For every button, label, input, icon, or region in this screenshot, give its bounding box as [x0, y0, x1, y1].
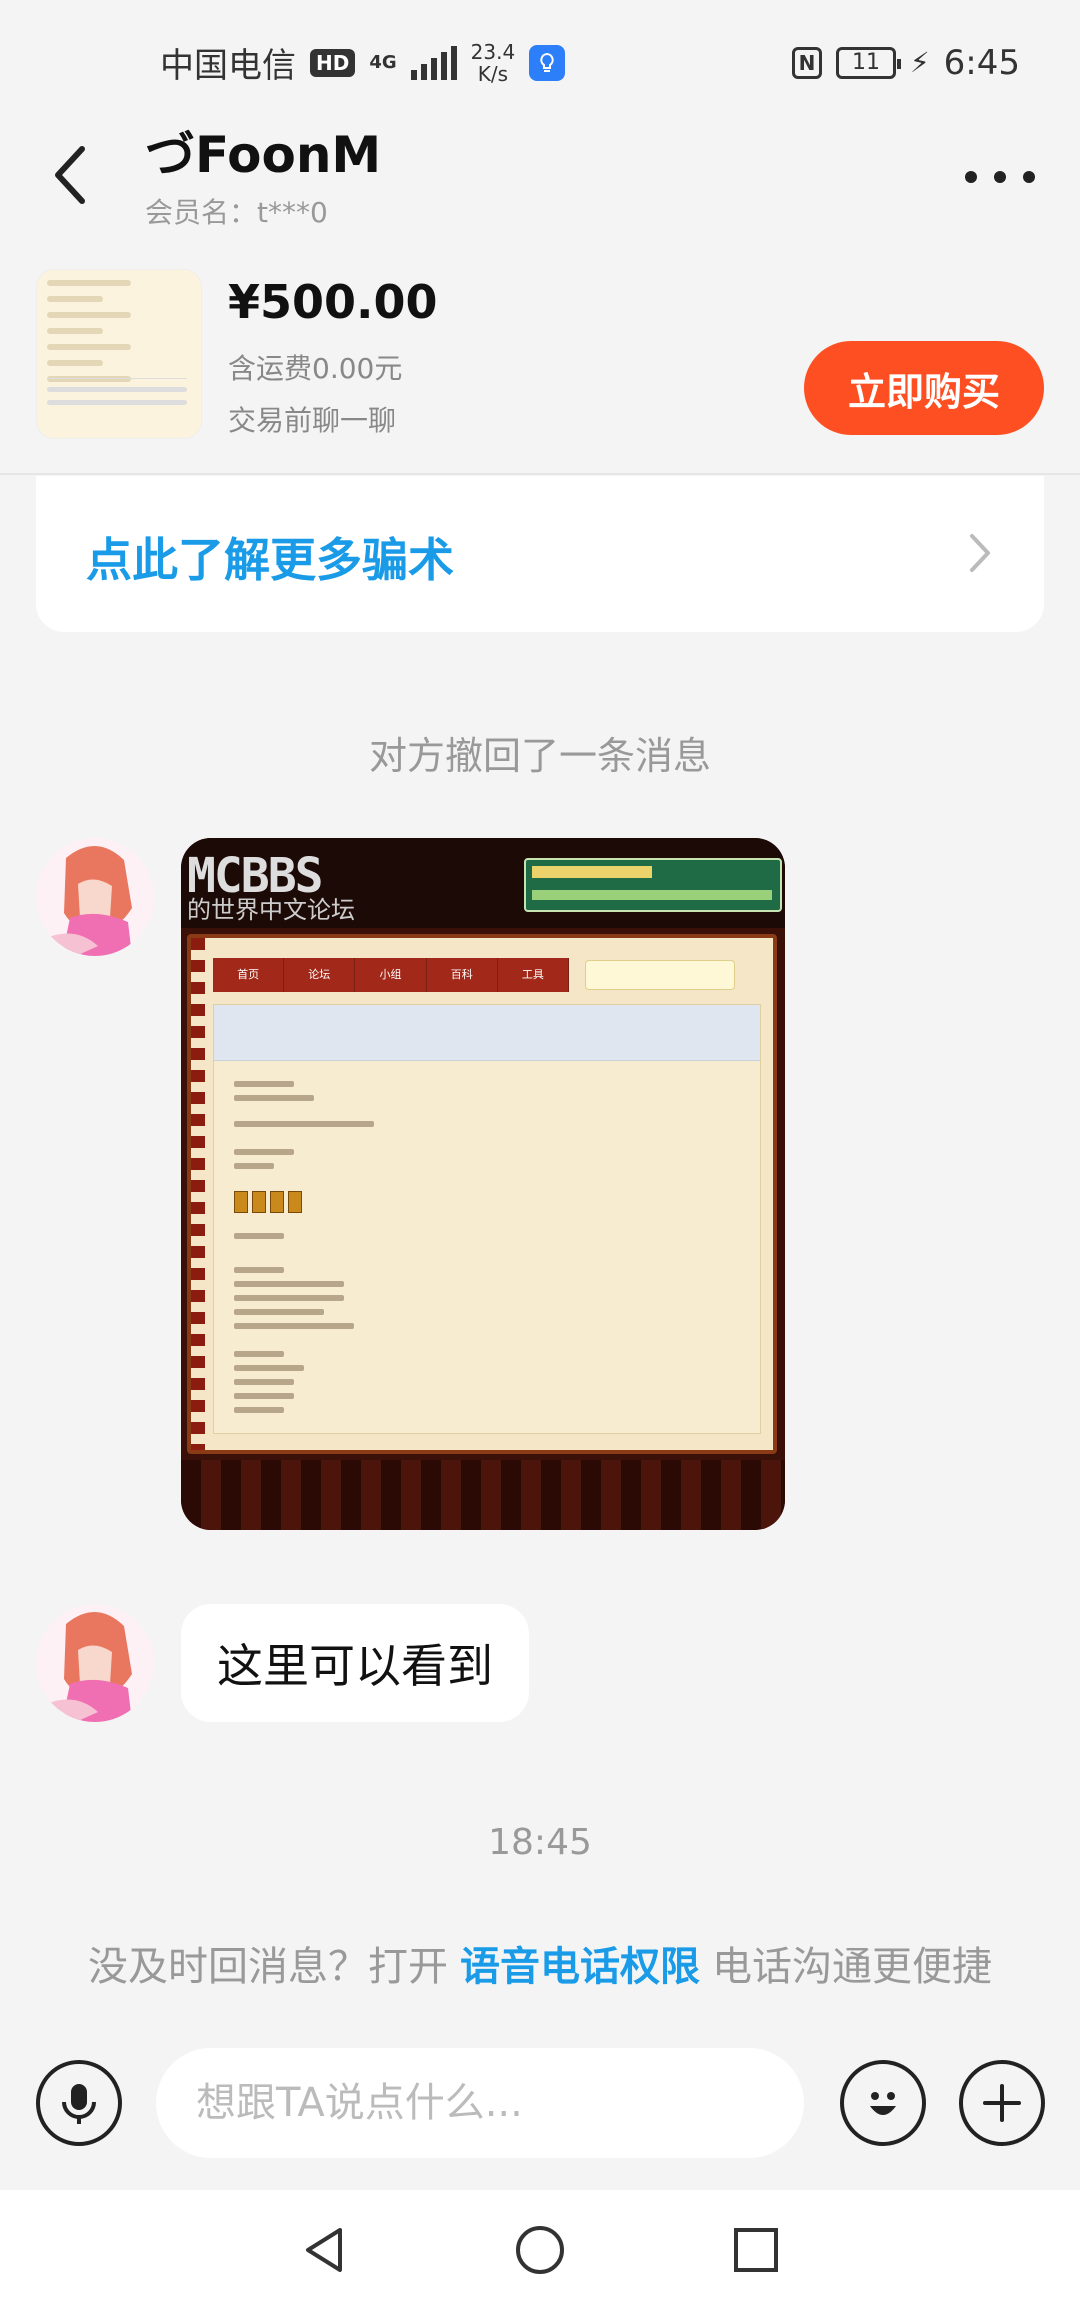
time-divider: 18:45	[488, 1822, 592, 1863]
emoji-button[interactable]	[840, 2060, 926, 2146]
voice-input-button[interactable]	[36, 2060, 122, 2146]
net-speed-value: 23.4	[470, 39, 516, 64]
more-icon	[965, 171, 977, 183]
carrier-label: 中国电信	[160, 46, 296, 86]
product-price: ¥500.00	[228, 275, 438, 329]
bulb-icon	[529, 44, 566, 81]
plus-icon	[983, 2084, 1021, 2122]
voice-permission-link[interactable]: 语音电话权限	[448, 1944, 712, 1990]
image-message[interactable]: MCBBS 的世界中文论坛 首页 论坛 小组 百科 工具	[181, 838, 785, 1530]
more-actions-button[interactable]	[959, 2060, 1045, 2146]
fraud-notice-card[interactable]: 点此了解更多骗术	[36, 476, 1044, 632]
product-bar: ¥500.00 含运费0.00元 交易前聊一聊 立即购买	[0, 265, 1080, 475]
nav-home-icon[interactable]	[512, 2222, 568, 2278]
avatar[interactable]	[36, 1604, 154, 1722]
title-block: づFoonM 会员名：t***0	[145, 125, 381, 231]
voice-permission-tip: 没及时回消息？打开 语音电话权限 电话沟通更便捷	[0, 1934, 1080, 1992]
back-icon	[55, 146, 85, 204]
image-nav-item: 首页	[213, 958, 285, 992]
avatar-image	[36, 1604, 154, 1722]
emoji-icon	[870, 2092, 896, 2115]
system-nav-bar	[0, 2190, 1080, 2310]
back-button[interactable]	[40, 135, 100, 215]
chat-title: づFoonM	[145, 126, 382, 184]
more-button[interactable]	[965, 157, 1035, 197]
image-logo-sub: 的世界中文论坛	[187, 896, 355, 924]
input-bar	[0, 2040, 1080, 2190]
signal-icon	[410, 45, 457, 80]
clock: 6:45	[943, 42, 1020, 83]
recall-notice: 对方撤回了一条消息	[368, 734, 711, 778]
image-nav: 首页 论坛 小组 百科 工具	[213, 958, 570, 992]
chat-first-hint: 交易前聊一聊	[228, 404, 397, 437]
chat-header: づFoonM 会员名：t***0	[0, 125, 1080, 265]
voice-tip-after: 电话沟通更便捷	[712, 1944, 992, 1990]
hd-badge: HD	[310, 48, 356, 77]
image-nav-item: 论坛	[284, 958, 356, 992]
net-speed-unit: K/s	[477, 61, 509, 86]
voice-tip-before: 没及时回消息？打开	[88, 1944, 448, 1990]
status-left: 中国电信 HD 4G 23.4 K/s	[160, 38, 566, 87]
message-input[interactable]	[156, 2048, 804, 2158]
shipping-info: 含运费0.00元	[228, 352, 403, 385]
buy-now-button[interactable]: 立即购买	[804, 341, 1044, 435]
status-bar: 中国电信 HD 4G 23.4 K/s N 11 ⚡ 6:45	[0, 0, 1080, 125]
nav-recents-icon[interactable]	[728, 2222, 784, 2278]
text-message[interactable]: 这里可以看到	[181, 1604, 529, 1722]
member-name: 会员名：t***0	[145, 196, 328, 229]
image-nav-item: 百科	[427, 958, 498, 992]
nfc-icon: N	[791, 46, 822, 79]
battery-icon: 11	[835, 46, 901, 79]
mic-icon	[62, 2084, 96, 2124]
chevron-right-icon	[970, 534, 990, 572]
image-nav-item: 小组	[355, 958, 427, 992]
fraud-notice-link[interactable]: 点此了解更多骗术	[86, 524, 454, 590]
image-nav-item: 工具	[498, 958, 570, 992]
network-label: 4G	[369, 52, 397, 73]
net-speed: 23.4 K/s	[471, 41, 516, 85]
product-thumbnail[interactable]	[36, 269, 202, 439]
charging-icon: ⚡	[909, 46, 930, 79]
nav-back-icon[interactable]	[296, 2222, 352, 2278]
battery-level: 11	[851, 50, 880, 75]
status-right: N 11 ⚡ 6:45	[791, 42, 1020, 83]
avatar-image	[36, 838, 154, 956]
avatar[interactable]	[36, 838, 154, 956]
